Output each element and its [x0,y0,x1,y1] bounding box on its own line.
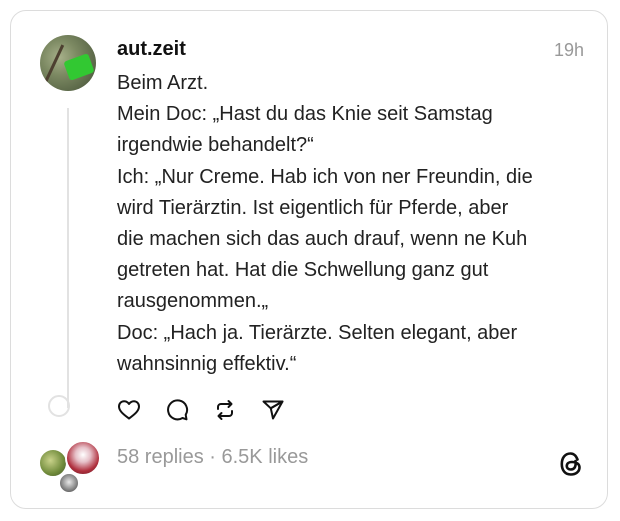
avatar-branch [42,44,65,86]
post-line: getreten hat. Hat die Schwellung ganz gu… [117,259,489,282]
author-username[interactable]: aut.zeit [117,38,186,61]
stats-separator: · [203,446,222,468]
thread-line [67,108,69,408]
post-timestamp[interactable]: 19h [554,40,584,61]
post-line: Beim Arzt. [117,72,209,94]
threads-logo-icon[interactable] [558,450,584,478]
author-avatar[interactable] [40,35,96,91]
repost-button[interactable] [213,398,237,422]
like-button[interactable] [117,398,141,422]
avatar-leaf [63,53,95,81]
post-actions [117,398,309,422]
post-line: die machen sich das auch drauf, wenn ne … [117,228,528,251]
heart-icon [118,400,140,420]
replier-avatar[interactable] [65,440,101,476]
post-stats: 58 replies · 6.5K likes [117,446,308,469]
post-line: rausgenommen.„ [117,290,269,313]
comment-icon [167,399,189,421]
replier-avatar[interactable] [58,472,80,494]
likes-count[interactable]: 6.5K likes [222,446,309,468]
send-icon [262,400,284,420]
reply-button[interactable] [165,398,189,422]
post-line: irgendwie behandelt?“ [117,134,314,157]
replies-count[interactable]: 58 replies [117,446,204,468]
post-text: Beim Arzt. Mein Doc: „Hast du das Knie s… [117,68,587,380]
post-line: wahnsinnig effektiv.“ [117,352,297,375]
repost-icon [217,400,233,420]
post-line: wird Tierärztin. Ist eigentlich für Pfer… [117,196,509,219]
post-line: Ich: „Nur Creme. Hab ich von ner Freundi… [117,165,533,188]
thread-curl [48,395,70,417]
post-line: Mein Doc: „Hast du das Knie seit Samstag [117,103,493,126]
share-button[interactable] [261,398,285,422]
post-line: Doc: „Hach ja. Tierärzte. Selten elegant… [117,321,518,344]
